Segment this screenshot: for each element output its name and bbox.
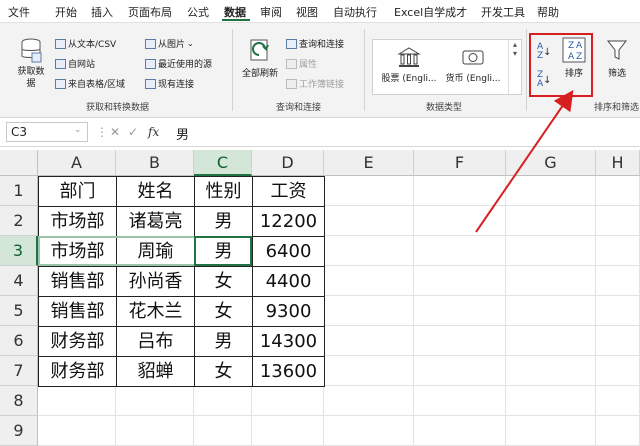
annotation-arrow [475, 90, 574, 233]
